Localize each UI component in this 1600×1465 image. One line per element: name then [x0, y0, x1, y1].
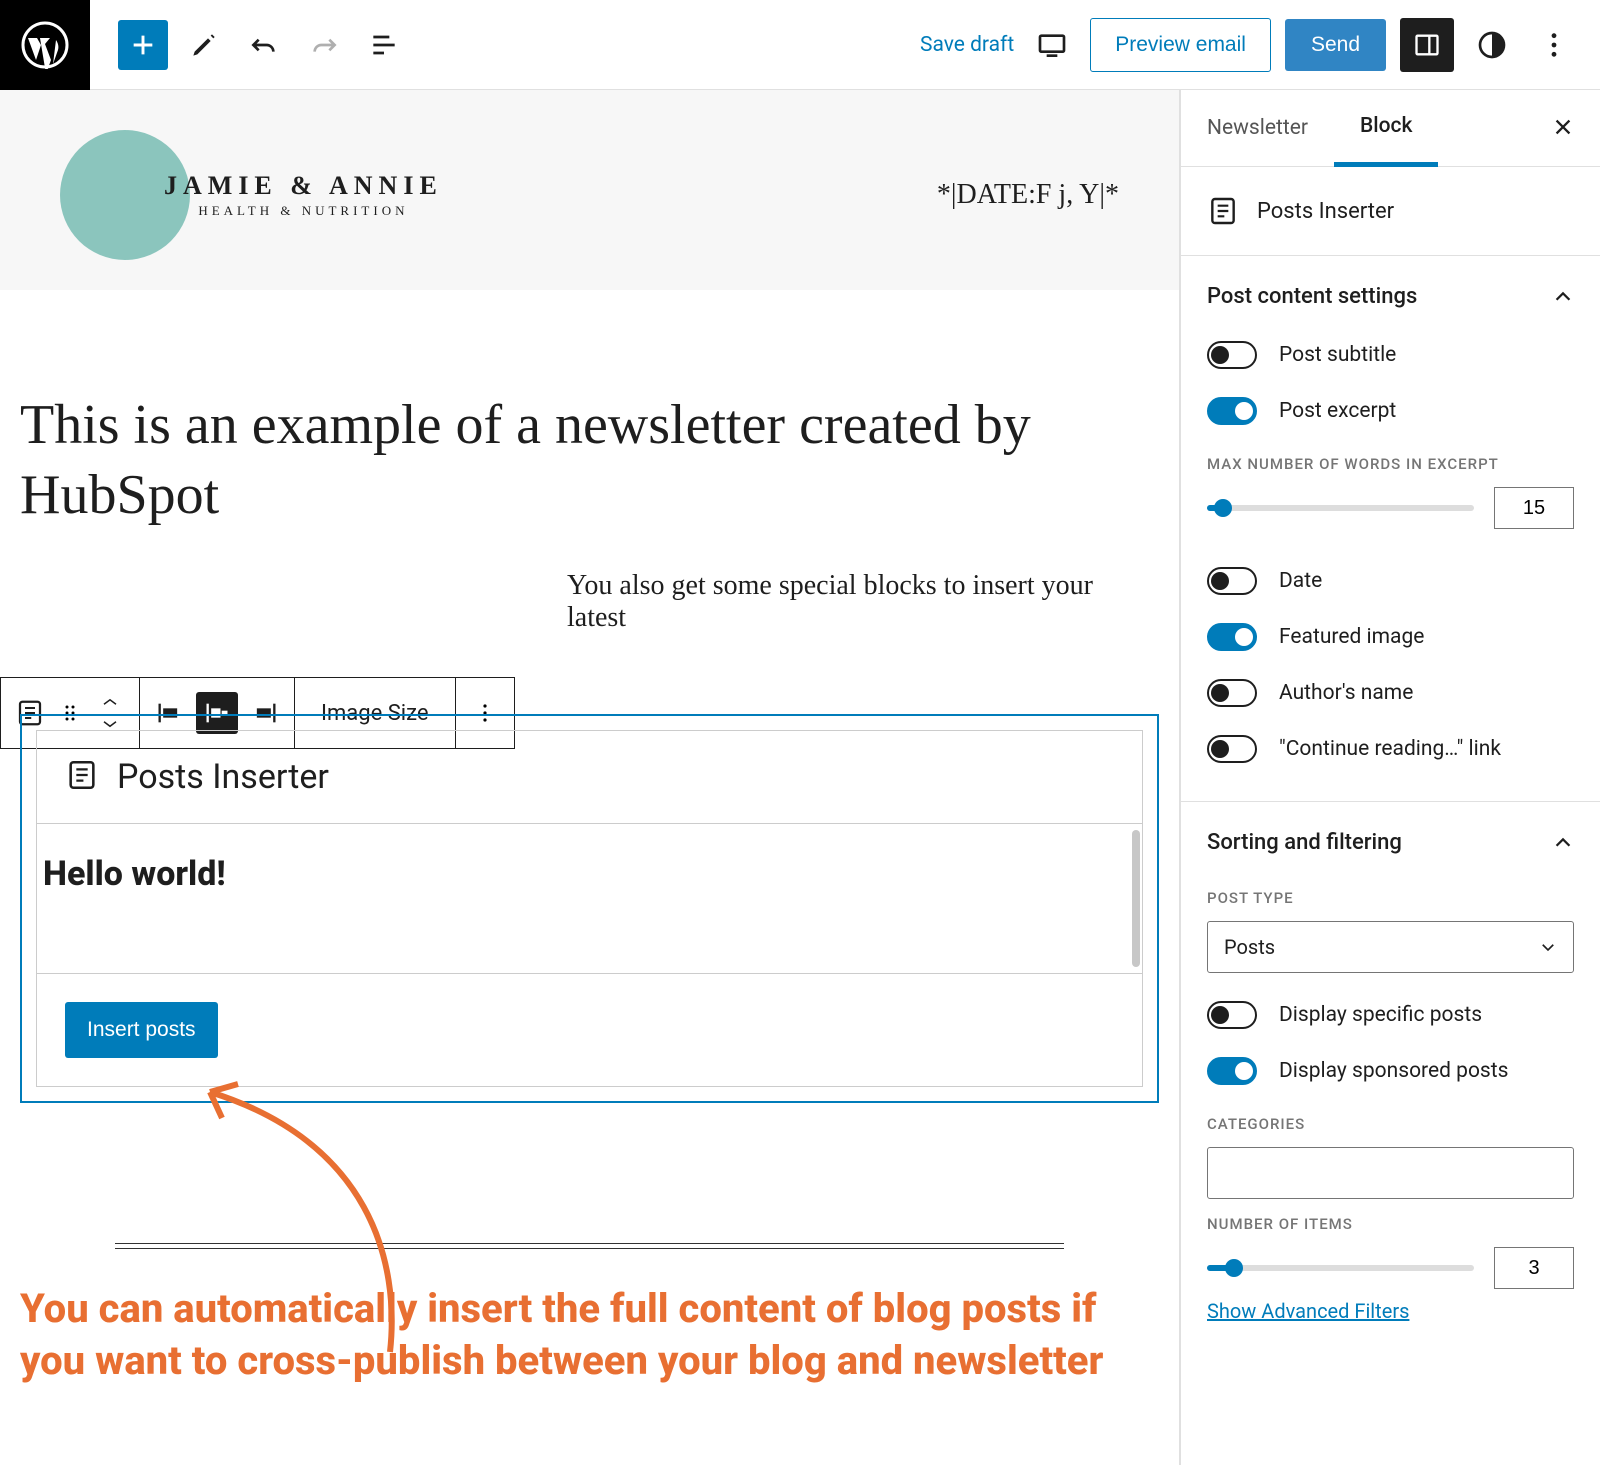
wordpress-logo[interactable] — [0, 0, 90, 90]
max-words-label: MAX NUMBER OF WORDS IN EXCERPT — [1207, 455, 1574, 473]
max-words-input[interactable] — [1494, 487, 1574, 529]
styles-button[interactable] — [1468, 21, 1516, 69]
save-draft-button[interactable]: Save draft — [920, 33, 1014, 57]
brand-name: JAMIE & ANNIE — [164, 171, 443, 201]
tab-block[interactable]: Block — [1334, 90, 1438, 167]
categories-input[interactable] — [1207, 1147, 1574, 1199]
chevron-up-icon — [1552, 832, 1574, 854]
view-desktop-button[interactable] — [1028, 21, 1076, 69]
posts-inserter-icon — [65, 758, 99, 796]
toggle-date[interactable] — [1207, 567, 1257, 595]
posts-preview-area[interactable]: Hello world! — [36, 824, 1143, 974]
separator-block[interactable] — [115, 1243, 1064, 1249]
panel-head-sorting[interactable]: Sorting and filtering — [1207, 822, 1574, 873]
toggle-continue-reading[interactable] — [1207, 735, 1257, 763]
options-menu-button[interactable] — [1530, 21, 1578, 69]
toggle-sponsored-posts[interactable] — [1207, 1057, 1257, 1085]
preview-post-title: Hello world! — [43, 854, 1136, 894]
insert-posts-button[interactable]: Insert posts — [65, 1002, 218, 1058]
max-words-slider[interactable] — [1207, 505, 1474, 511]
document-overview-button[interactable] — [360, 21, 408, 69]
toggle-sidebar-button[interactable] — [1400, 18, 1454, 72]
add-block-button[interactable] — [118, 20, 168, 70]
tab-newsletter[interactable]: Newsletter — [1181, 92, 1334, 164]
preview-scrollbar[interactable] — [1132, 830, 1140, 967]
undo-button[interactable] — [240, 21, 288, 69]
newsletter-title[interactable]: This is an example of a newsletter creat… — [0, 290, 1179, 570]
block-icon — [1207, 195, 1239, 227]
panel-post-content: Post content settings Post subtitle Post… — [1181, 256, 1600, 802]
close-sidebar-button[interactable] — [1526, 112, 1600, 145]
block-name-label: Posts Inserter — [1257, 199, 1394, 224]
num-items-label: NUMBER OF ITEMS — [1207, 1215, 1574, 1233]
brand-logo: JAMIE & ANNIE HEALTH & NUTRITION — [60, 130, 443, 260]
annotation-text: You can automatically insert the full co… — [0, 1253, 1179, 1387]
panel-sorting-filtering: Sorting and filtering POST TYPE Posts Di… — [1181, 802, 1600, 1347]
toggle-featured-image[interactable] — [1207, 623, 1257, 651]
num-items-input[interactable] — [1494, 1247, 1574, 1289]
settings-sidebar: Newsletter Block Posts Inserter Post con… — [1180, 90, 1600, 1465]
newsletter-header[interactable]: JAMIE & ANNIE HEALTH & NUTRITION *|DATE:… — [0, 90, 1179, 290]
posts-inserter-title: Posts Inserter — [117, 757, 329, 797]
date-merge-tag[interactable]: *|DATE:F j, Y|* — [937, 179, 1119, 211]
chevron-down-icon — [1539, 938, 1557, 956]
toggle-post-excerpt[interactable] — [1207, 397, 1257, 425]
block-name-row: Posts Inserter — [1181, 167, 1600, 256]
toggle-author[interactable] — [1207, 679, 1257, 707]
send-button[interactable]: Send — [1285, 19, 1386, 71]
show-advanced-filters-link[interactable]: Show Advanced Filters — [1207, 1299, 1409, 1323]
move-up-button[interactable] — [93, 692, 127, 712]
preview-email-button[interactable]: Preview email — [1090, 18, 1271, 72]
panel-head-content[interactable]: Post content settings — [1207, 276, 1574, 327]
toggle-post-subtitle[interactable] — [1207, 341, 1257, 369]
post-type-select[interactable]: Posts — [1207, 921, 1574, 973]
brand-tagline: HEALTH & NUTRITION — [164, 203, 443, 219]
toggle-specific-posts[interactable] — [1207, 1001, 1257, 1029]
post-type-label: POST TYPE — [1207, 889, 1574, 907]
categories-label: CATEGORIES — [1207, 1115, 1574, 1133]
chevron-up-icon — [1552, 286, 1574, 308]
redo-button[interactable] — [300, 21, 348, 69]
edit-mode-button[interactable] — [180, 21, 228, 69]
paragraph-block[interactable]: You also get some special blocks to inse… — [0, 570, 1179, 634]
num-items-slider[interactable] — [1207, 1265, 1474, 1271]
posts-inserter-block[interactable]: Posts Inserter Hello world! Insert posts — [20, 714, 1159, 1103]
